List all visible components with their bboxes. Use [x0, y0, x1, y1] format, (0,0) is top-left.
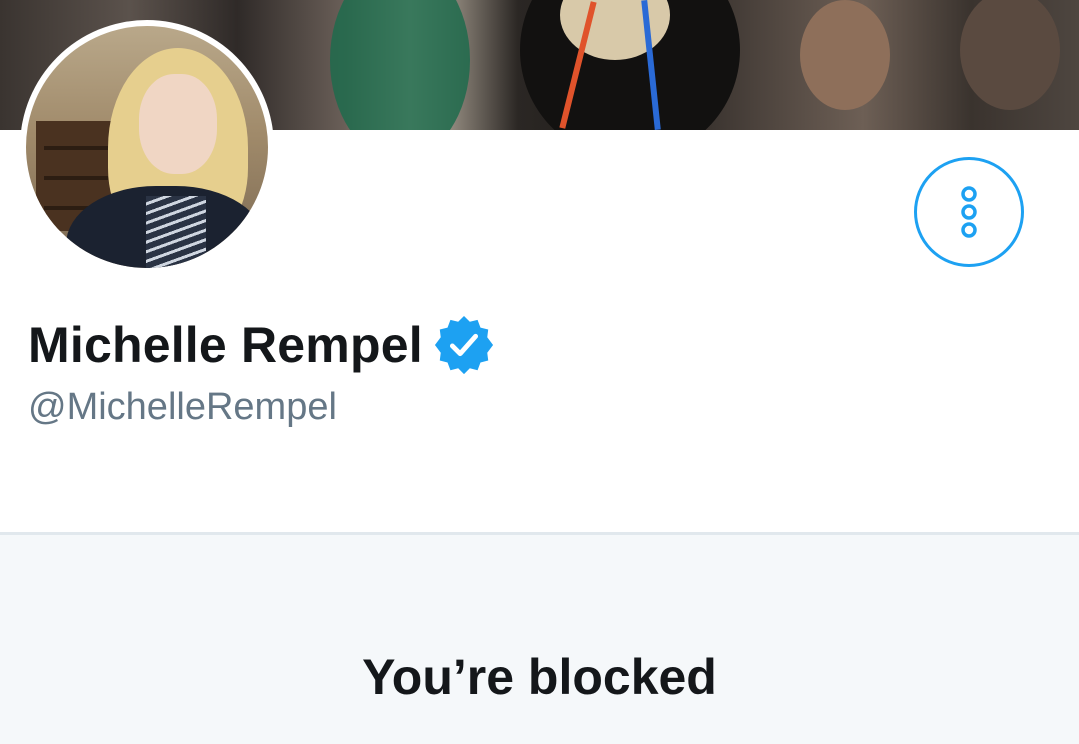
banner-shape — [800, 0, 890, 110]
profile-handle: @MichelleRempel — [28, 386, 337, 428]
banner-shape — [330, 0, 470, 130]
avatar-photo — [26, 26, 268, 268]
display-name: Michelle Rempel — [28, 317, 423, 373]
blouse — [146, 196, 206, 268]
more-options-button[interactable] — [914, 157, 1024, 267]
blocked-panel — [0, 535, 1079, 744]
more-vertical-icon — [961, 186, 977, 238]
banner-shape — [960, 0, 1060, 110]
blocked-title: You’re blocked — [362, 649, 717, 705]
bookshelf-line — [44, 176, 108, 180]
verified-badge-icon — [434, 315, 493, 375]
face — [139, 74, 217, 174]
profile-name-row: Michelle Rempel — [28, 314, 495, 376]
bookshelf-line — [44, 146, 108, 150]
profile-avatar[interactable] — [20, 20, 274, 274]
